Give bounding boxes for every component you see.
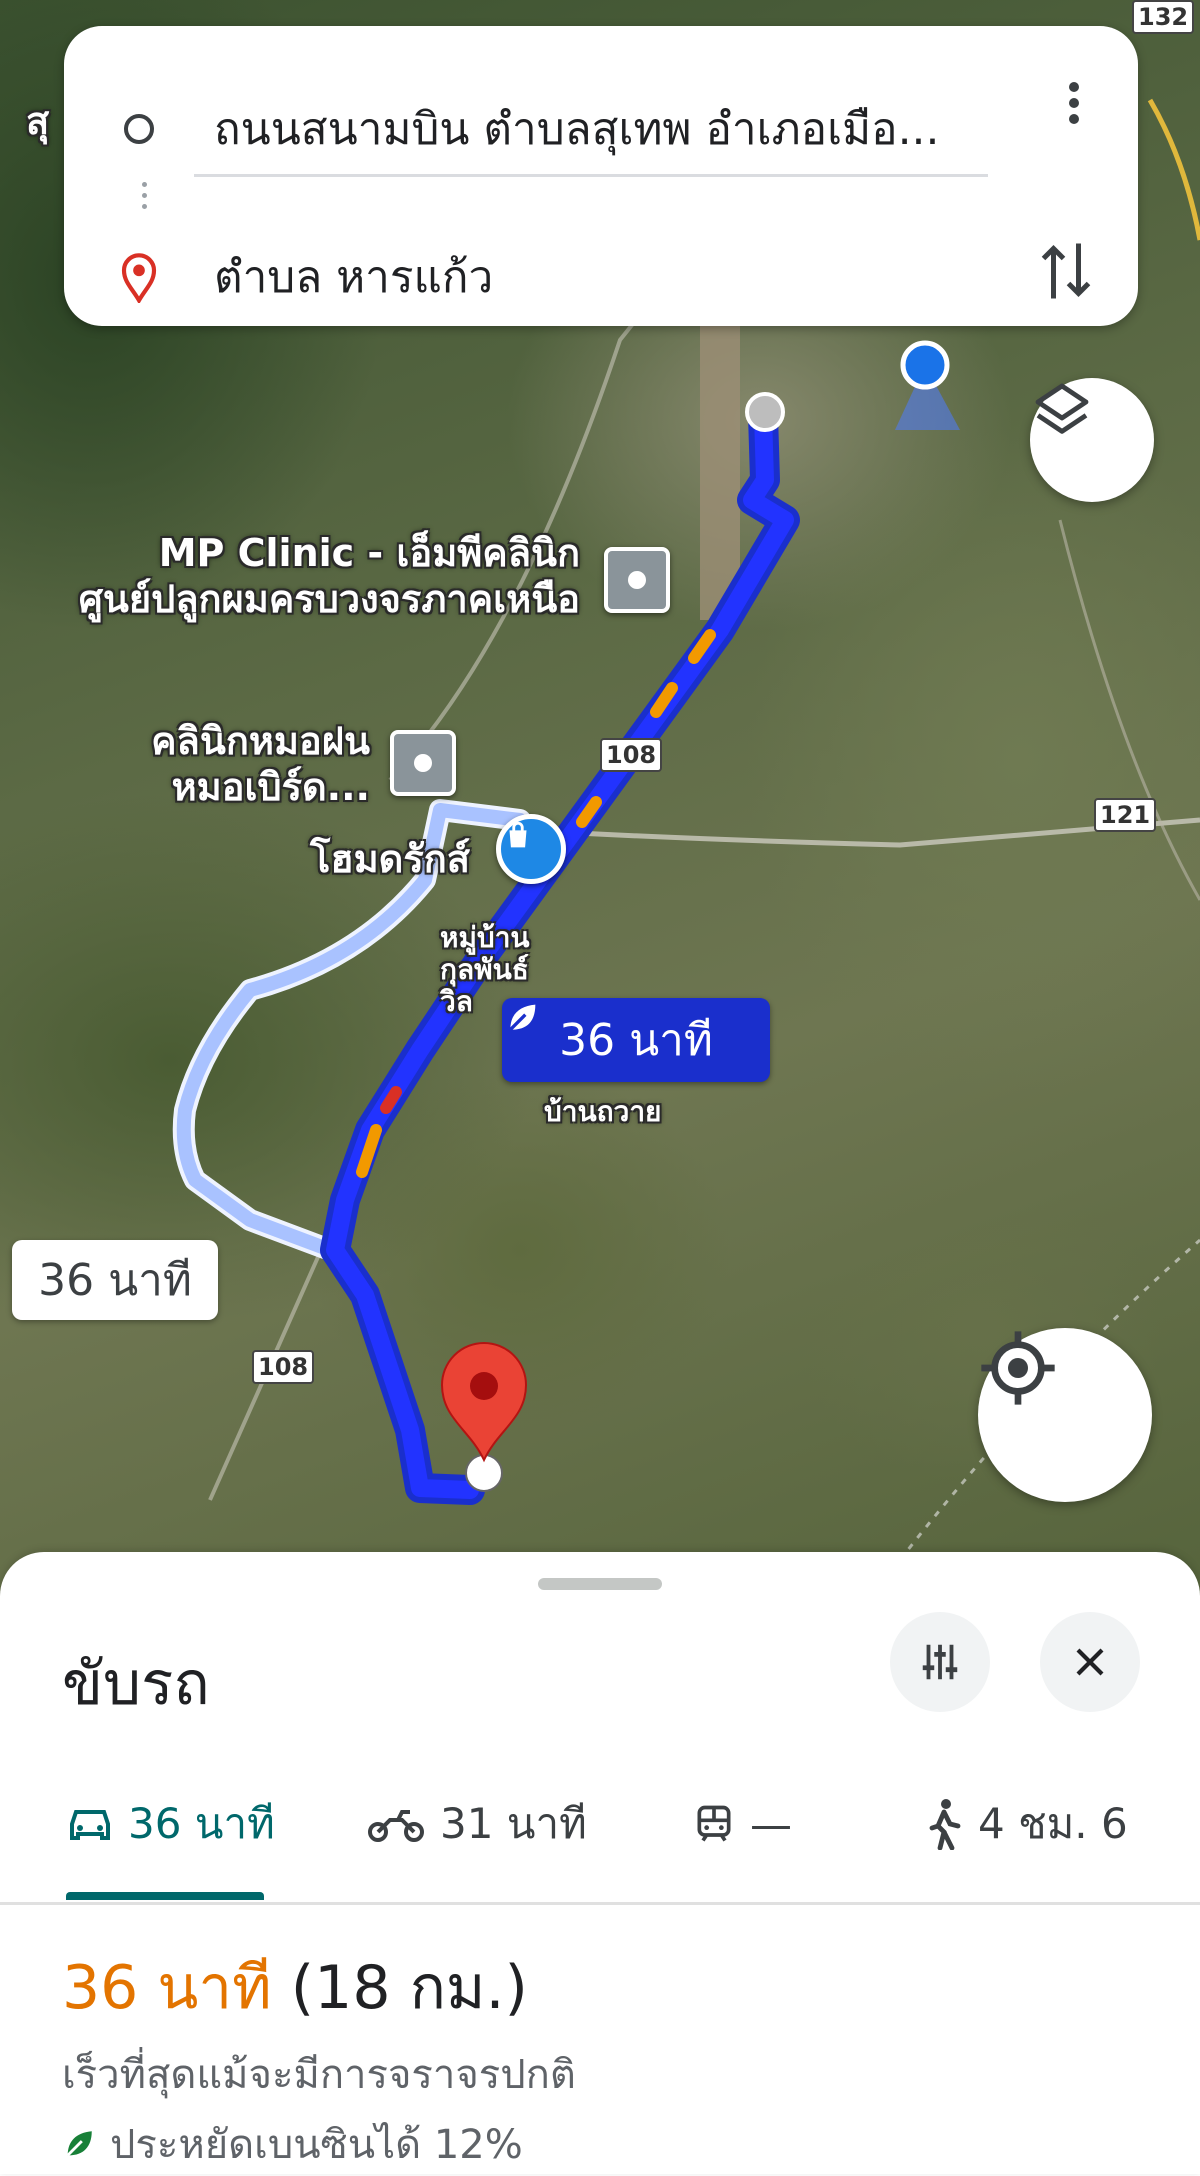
poi-label-homepro[interactable]: โฮมดรักส์ [310, 828, 470, 889]
sheet-divider [0, 1902, 1200, 1905]
destination-input[interactable]: ตำบล หารแก้ว [214, 242, 1014, 312]
tab-label: 36 นาที [128, 1799, 275, 1848]
tab-label: 31 นาที [440, 1799, 587, 1848]
destination-pin-hole [470, 1372, 498, 1400]
circle-outline-icon [124, 114, 154, 144]
poi-label-line: ศูนย์ปลูกผมครบวงจรภาคเหนือ [78, 577, 580, 621]
road-east [1058, 519, 1200, 901]
route-distance: (18 กม.) [290, 1953, 528, 2023]
poi-marker-clinic-2[interactable] [390, 730, 456, 796]
directions-bottom-sheet: ขับรถ 36 นาที 31 นาที — 4 ชม. 6 36 นาที … [0, 1552, 1200, 2174]
destination-icon-slot [64, 251, 214, 303]
motorcycle-icon [368, 1810, 424, 1842]
my-location-icon [981, 1331, 1055, 1405]
poi-label-line: หมอเบิร์ด... [171, 765, 370, 809]
tab-transit[interactable]: — [692, 1774, 792, 1874]
origin-input[interactable]: ถนนสนามบิน ตำบลสุเทพ อำเภอเมือ... [214, 94, 1014, 164]
tab-driving[interactable]: 36 นาที [66, 1774, 275, 1874]
walk-icon [929, 1799, 961, 1850]
shopping-bag-icon[interactable] [496, 814, 566, 884]
primary-route-chip-label: 36 นาที [559, 1015, 713, 1066]
car-icon [70, 1810, 110, 1840]
poi-label-clinic-2[interactable]: คลินิกหมอฝน หมอเบิร์ด... [151, 718, 370, 810]
route-note: เร็วที่สุดแม้จะมีการจราจรปกติ [62, 2052, 576, 2098]
village-label-line: กุลพันธ์ [440, 953, 529, 986]
sheet-title: ขับรถ [62, 1649, 210, 1719]
road-shield-108: 108 [600, 738, 663, 772]
swap-vert-icon[interactable] [1036, 236, 1096, 306]
leaf-icon [509, 1004, 536, 1031]
road-shield-121: 121 [1094, 798, 1157, 832]
alternate-route-chip[interactable]: 36 นาที [12, 1240, 218, 1320]
eco-savings: ประหยัดเบนซินได้ 12% [62, 2112, 523, 2176]
poi-label-line: คลินิกหมอฝน [151, 719, 370, 763]
road-shield-132: 132 [1132, 0, 1195, 34]
train-icon [697, 1805, 731, 1842]
primary-route-chip[interactable]: 36 นาที [502, 998, 770, 1082]
tab-label: — [750, 1799, 792, 1849]
tab-walking[interactable]: 4 ชม. 6 [924, 1774, 1128, 1874]
airport-runway [700, 320, 740, 620]
active-tab-indicator [66, 1892, 264, 1900]
layers-button[interactable] [1030, 378, 1154, 502]
swap-arrows-glyph [1041, 243, 1091, 299]
current-location-dot [900, 340, 950, 390]
tab-motorcycle[interactable]: 31 นาที [366, 1774, 587, 1874]
poi-marker-mp-clinic[interactable] [604, 547, 670, 613]
destination-row[interactable]: ตำบล หารแก้ว [64, 222, 1138, 332]
shopping-bag-glyph [509, 821, 527, 848]
village-label-line: หมู่บ้าน [440, 921, 530, 954]
traffic-segment [380, 1086, 402, 1114]
origin-row[interactable]: ถนนสนามบิน ตำบลสุเทพ อำเภอเมือ... [64, 74, 1138, 184]
directions-search-card: ถนนสนามบิน ตำบลสุเทพ อำเภอเมือ... ตำบล ห… [64, 26, 1138, 326]
route-duration: 36 นาที [62, 1953, 272, 2023]
layers-icon [1035, 383, 1089, 434]
location-pin-icon [121, 253, 157, 303]
road-132 [1147, 98, 1200, 241]
road-shield-108-south: 108 [252, 1350, 315, 1384]
map-edge-label: สุ [26, 99, 50, 143]
poi-label-line: MP Clinic - เอ็มพีคลินิก [158, 531, 580, 575]
close-icon [1076, 1648, 1104, 1676]
poi-dot-icon [414, 754, 432, 772]
drag-handle[interactable] [538, 1578, 662, 1590]
destination-pin-icon [440, 1342, 528, 1463]
search-divider [194, 174, 988, 177]
leaf-icon [66, 2131, 92, 2157]
poi-dot-icon [628, 571, 646, 589]
route-summary: 36 นาที (18 กม.) [62, 1940, 528, 2035]
my-location-button[interactable] [978, 1328, 1152, 1502]
route-options-button[interactable] [890, 1612, 990, 1712]
tune-icon [922, 1644, 958, 1680]
travel-mode-tabs: 36 นาที 31 นาที — 4 ชม. 6 [0, 1774, 1200, 1874]
poi-label-mp-clinic[interactable]: MP Clinic - เอ็มพีคลินิก ศูนย์ปลูกผมครบว… [79, 530, 580, 622]
eco-savings-text: ประหยัดเบนซินได้ 12% [110, 2122, 523, 2168]
route-start-dot [745, 392, 785, 432]
origin-icon-slot [64, 114, 214, 144]
more-vert-icon[interactable] [1068, 76, 1080, 130]
tab-label: 4 ชม. 6 [978, 1799, 1128, 1848]
ban-thawai-label: บ้านถวาย [544, 1095, 662, 1128]
route-dots-icon [140, 176, 148, 215]
close-button[interactable] [1040, 1612, 1140, 1712]
